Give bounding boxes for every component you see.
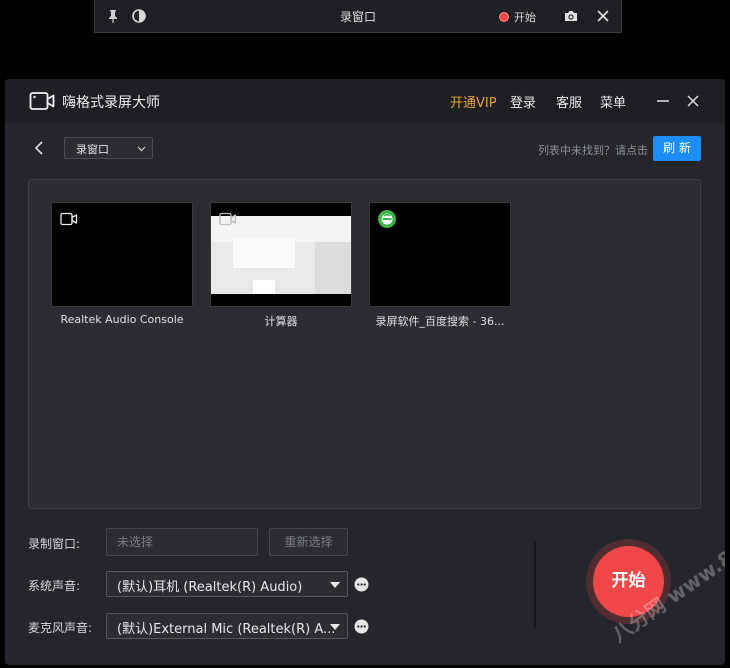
close-icon[interactable] [686, 94, 700, 108]
mode-select-value: 录窗口 [76, 143, 109, 156]
floatbar-start-label: 开始 [514, 11, 536, 24]
window-card[interactable]: Realtek Audio Console [51, 202, 193, 326]
more-icon[interactable] [354, 619, 369, 634]
window-card[interactable]: 计算器 [210, 202, 352, 329]
reselect-button[interactable]: 重新选择 [269, 528, 348, 556]
not-found-hint: 列表中未找到？请点击 [538, 144, 648, 157]
chevron-down-icon [137, 146, 146, 152]
screen: 录窗口 开始 嗨格式录屏大师 开通VIP 登录 客服 菜单 录窗口 列表中未找到… [0, 0, 730, 668]
more-icon[interactable] [354, 577, 369, 592]
dropdown-arrow-icon [330, 582, 340, 588]
floatbar-title: 录窗口 [339, 10, 376, 24]
system-audio-label: 系统声音: [28, 579, 81, 593]
floatbar-close-icon[interactable] [595, 8, 611, 24]
window-card-label: 计算器 [264, 315, 298, 328]
main-window: 嗨格式录屏大师 开通VIP 登录 客服 菜单 录窗口 列表中未找到？请点击 刷 … [5, 79, 725, 665]
window-card-label: Realtek Audio Console [60, 313, 184, 326]
window-card-label: 录屏软件_百度搜索 - 36... [375, 315, 505, 328]
window-thumbnail [369, 202, 511, 307]
vip-link[interactable]: 开通VIP [450, 92, 497, 111]
title-bar: 嗨格式录屏大师 开通VIP 登录 客服 菜单 [5, 79, 725, 123]
minimize-icon[interactable] [656, 94, 670, 108]
camera-small-icon [60, 212, 78, 226]
record-window-input[interactable] [106, 528, 258, 556]
floating-control-bar: 录窗口 开始 [94, 0, 622, 33]
refresh-button[interactable]: 刷 新 [653, 136, 701, 161]
window-thumbnail [51, 202, 193, 307]
login-link[interactable]: 登录 [510, 92, 536, 111]
camera-icon[interactable] [563, 8, 579, 24]
mode-select[interactable]: 录窗口 [64, 137, 153, 159]
logo-camera-icon [29, 92, 55, 110]
app-title: 嗨格式录屏大师 [62, 95, 160, 111]
mic-label: 麦克风声音: [28, 621, 93, 635]
dropdown-arrow-icon [330, 624, 340, 630]
menu-link[interactable]: 菜单 [600, 92, 626, 111]
mic-value: (默认)External Mic (Realtek(R) A... [117, 622, 336, 637]
back-icon[interactable] [33, 141, 45, 155]
system-audio-value: (默认)耳机 (Realtek(R) Audio) [117, 580, 303, 595]
window-thumbnail [210, 202, 352, 307]
browser-icon [378, 210, 396, 228]
record-dot-icon [499, 12, 509, 22]
calculator-preview [211, 216, 351, 294]
system-audio-select[interactable]: (默认)耳机 (Realtek(R) Audio) [106, 571, 348, 597]
camera-small-icon [219, 212, 237, 226]
window-card[interactable]: 录屏软件_百度搜索 - 36... [369, 202, 511, 329]
window-list-panel: Realtek Audio Console 计算器 录屏软件_百度搜索 - 36… [28, 179, 701, 509]
service-link[interactable]: 客服 [556, 92, 582, 111]
mic-select[interactable]: (默认)External Mic (Realtek(R) A... [106, 613, 348, 639]
vertical-divider [534, 541, 536, 628]
floatbar-start-button[interactable]: 开始 [499, 9, 536, 25]
record-window-label: 录制窗口: [28, 537, 81, 551]
